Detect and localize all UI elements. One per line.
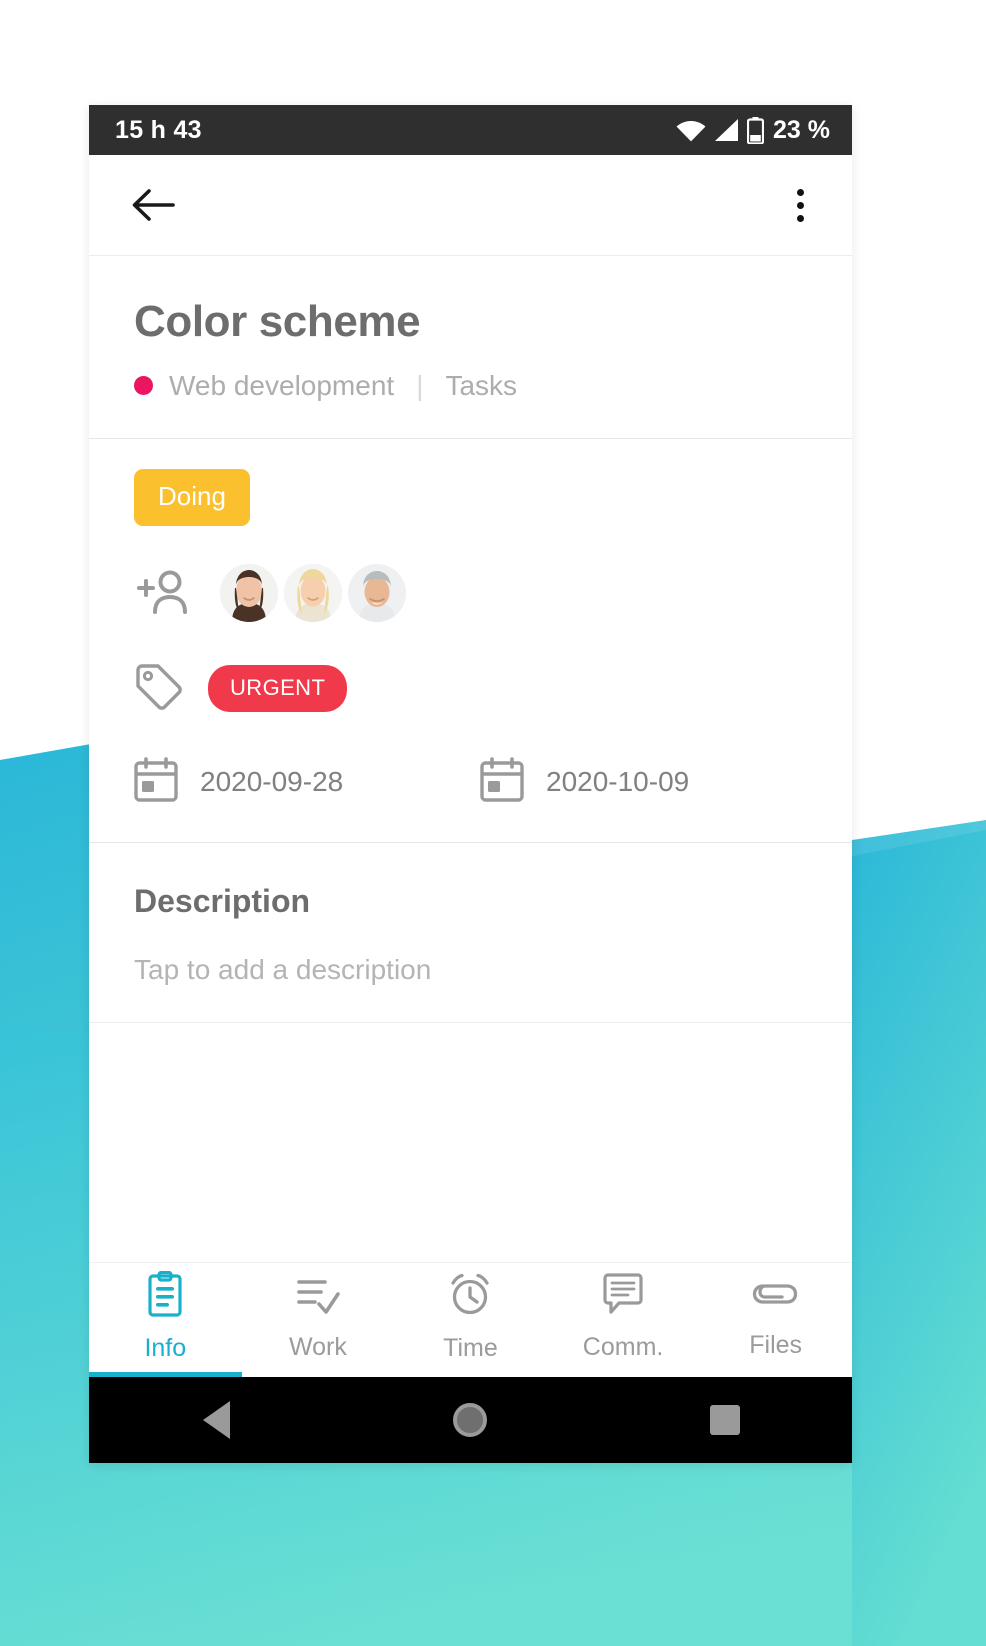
app-toolbar [89,155,852,256]
tab-time[interactable]: Time [394,1263,547,1377]
page-title: Color scheme [134,297,421,346]
breadcrumb-separator: | [416,369,424,401]
comment-icon [601,1272,645,1321]
tab-label-info: Info [144,1334,187,1362]
tab-indicator [699,1372,852,1377]
project-color-dot [134,376,153,396]
tab-indicator [394,1372,547,1377]
tab-indicator [547,1372,700,1377]
breadcrumb-category[interactable]: Tasks [445,370,517,402]
breadcrumb-project[interactable]: Web development [169,370,394,402]
tab-files[interactable]: Files [699,1263,852,1377]
add-person-icon[interactable] [134,567,192,619]
battery-icon [747,116,765,144]
back-arrow-icon[interactable] [131,187,175,223]
tab-work[interactable]: Work [242,1263,395,1377]
avatar[interactable] [284,563,342,622]
description-input[interactable]: Tap to add a description [134,954,807,986]
start-date-item[interactable]: 2020-09-28 [134,756,480,808]
description-section: Description Tap to add a description [89,842,852,1023]
nav-home-icon[interactable] [400,1403,540,1437]
overflow-menu-icon[interactable] [787,181,814,230]
battery-percent-label: 23 % [773,115,830,144]
clipboard-icon [144,1270,186,1322]
bottom-tab-bar: Info Work Time Comm. Files [89,1262,852,1377]
avatar[interactable] [220,563,278,622]
end-date-item[interactable]: 2020-10-09 [480,756,690,808]
end-date-label: 2020-10-09 [546,766,690,798]
assignees-row [134,563,807,622]
tag-badge[interactable]: URGENT [208,664,348,712]
nav-recents-icon[interactable] [655,1405,795,1435]
signal-icon [713,118,740,142]
status-badge[interactable]: Doing [134,468,250,526]
tags-row: URGENT [134,662,807,715]
avatar[interactable] [348,563,406,622]
status-clock: 15 h 43 [115,115,202,144]
dates-row: 2020-09-28 2020-10-09 [134,756,807,808]
task-header: Color scheme Web development | Tasks [89,256,852,439]
paperclip-icon [752,1274,800,1319]
wifi-icon [676,118,706,142]
breadcrumb: Web development | Tasks [134,370,807,402]
status-indicators: 23 % [676,116,830,145]
checklist-icon [295,1272,341,1321]
nav-back-icon[interactable] [146,1401,286,1439]
active-tab-indicator [89,1372,242,1377]
calendar-icon [480,756,524,808]
start-date-label: 2020-09-28 [200,766,344,798]
tab-comm[interactable]: Comm. [547,1263,700,1377]
task-details: Doing URGENT 2020-09-28 2020-10-09 [89,438,852,843]
tag-icon[interactable] [134,662,184,715]
tab-label-time: Time [443,1334,498,1362]
phone-screen: 15 h 43 23 % Color scheme Web developmen… [89,105,852,1463]
status-bar: 15 h 43 23 % [89,105,852,155]
tab-info[interactable]: Info [89,1263,242,1377]
alarm-clock-icon [447,1271,493,1322]
description-heading: Description [134,882,311,919]
android-nav-bar [89,1377,852,1463]
content-spacer [89,1022,852,1262]
tab-label-work: Work [288,1333,347,1361]
tab-indicator [242,1372,395,1377]
tab-label-comm: Comm. [582,1333,664,1361]
tab-label-files: Files [749,1331,803,1359]
calendar-icon [134,756,178,808]
